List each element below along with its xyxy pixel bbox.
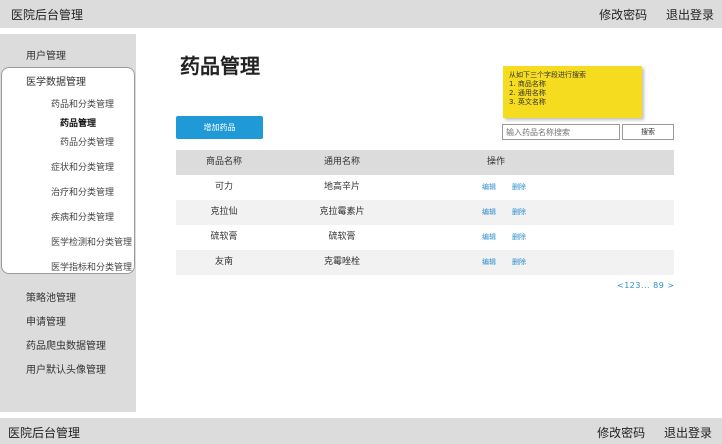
- edit-link[interactable]: 编辑: [482, 225, 496, 250]
- delete-link[interactable]: 删除: [512, 225, 526, 250]
- pagination[interactable]: <123... 89 >: [617, 281, 675, 290]
- edit-link[interactable]: 编辑: [482, 200, 496, 225]
- trade-name-cell: 可力: [214, 182, 233, 192]
- edit-link[interactable]: 编辑: [482, 175, 496, 200]
- sidebar-item-drug-crawler[interactable]: 药品爬虫数据管理: [26, 337, 106, 352]
- change-password-link[interactable]: 修改密码: [599, 8, 647, 22]
- sidebar-subitem-treatment[interactable]: 治疗和分类管理: [51, 185, 114, 198]
- trade-name-cell: 硫软膏: [210, 232, 238, 242]
- generic-name-cell: 硫软膏: [328, 232, 356, 242]
- trade-name-cell: 友南: [214, 257, 233, 267]
- sidebar-subitem-drug-and-category[interactable]: 药品和分类管理: [51, 97, 114, 110]
- table-row: 硫软膏 硫软膏 编辑 删除: [176, 225, 674, 250]
- logout-link[interactable]: 退出登录: [666, 8, 714, 22]
- footer-actions: 修改密码 退出登录: [582, 424, 712, 441]
- generic-name-cell: 克霉唑栓: [323, 257, 360, 267]
- sidebar-item-application[interactable]: 申请管理: [26, 313, 66, 328]
- table-header-row: 商品名称 通用名称 操作: [176, 150, 674, 175]
- note-line: 从如下三个字段进行搜索: [509, 71, 586, 79]
- sidebar-group-medical-data: 医学数据管理 药品和分类管理 药品管理 药品分类管理 症状和分类管理 治疗和分类…: [1, 67, 135, 274]
- generic-name-cell: 地高辛片: [323, 182, 360, 192]
- sidebar-item-medical-data[interactable]: 医学数据管理: [26, 73, 86, 88]
- sidebar-subitem-drug-management[interactable]: 药品管理: [60, 116, 96, 129]
- page-title: 药品管理: [180, 54, 260, 78]
- table-row: 克拉仙 克拉霉素片 编辑 删除: [176, 200, 674, 225]
- note-line: 1. 商品名称: [509, 80, 546, 88]
- footer-change-password-link[interactable]: 修改密码: [597, 426, 645, 440]
- sidebar-subitem-medical-test[interactable]: 医学检测和分类管理: [51, 235, 132, 248]
- column-header-trade-name: 商品名称: [205, 157, 242, 167]
- table-row: 友南 克霉唑栓 编辑 删除: [176, 250, 674, 275]
- bottom-footer-bar: 医院后台管理 修改密码 退出登录: [0, 418, 722, 444]
- note-line: 2. 通用名称: [509, 89, 546, 97]
- top-header-bar: 医院后台管理 修改密码 退出登录: [0, 0, 722, 28]
- drug-table: 商品名称 通用名称 操作 可力 地高辛片 编辑 删除 克拉仙 克拉霉素片 编辑 …: [176, 150, 674, 275]
- app-title: 医院后台管理: [11, 8, 84, 22]
- footer-logout-link[interactable]: 退出登录: [664, 426, 712, 440]
- sidebar-item-default-avatar[interactable]: 用户默认头像管理: [26, 361, 106, 376]
- sidebar: 用户管理 医学数据管理 药品和分类管理 药品管理 药品分类管理 症状和分类管理 …: [0, 34, 136, 412]
- sidebar-item-strategy-pool[interactable]: 策略池管理: [26, 289, 76, 304]
- add-drug-button[interactable]: 增加药品: [176, 116, 263, 139]
- sidebar-subitem-medical-indicator[interactable]: 医学指标和分类管理: [51, 260, 132, 273]
- column-header-actions: 操作: [486, 157, 505, 167]
- header-actions: 修改密码 退出登录: [584, 6, 714, 23]
- search-button[interactable]: 搜索: [622, 124, 674, 140]
- table-row: 可力 地高辛片 编辑 删除: [176, 175, 674, 200]
- search-hint-note: 从如下三个字段进行搜索 1. 商品名称 2. 通用名称 3. 英文名称: [503, 66, 642, 118]
- edit-link[interactable]: 编辑: [482, 250, 496, 275]
- sidebar-subitem-disease[interactable]: 疾病和分类管理: [51, 210, 114, 223]
- generic-name-cell: 克拉霉素片: [319, 207, 365, 217]
- note-line: 3. 英文名称: [509, 98, 546, 106]
- delete-link[interactable]: 删除: [512, 175, 526, 200]
- delete-link[interactable]: 删除: [512, 200, 526, 225]
- sidebar-subitem-symptom[interactable]: 症状和分类管理: [51, 160, 114, 173]
- search-input[interactable]: [502, 124, 620, 140]
- trade-name-cell: 克拉仙: [210, 207, 238, 217]
- sidebar-item-user-management[interactable]: 用户管理: [26, 47, 66, 62]
- sidebar-subitem-drug-category[interactable]: 药品分类管理: [60, 135, 114, 148]
- footer-app-title: 医院后台管理: [8, 426, 81, 440]
- delete-link[interactable]: 删除: [512, 250, 526, 275]
- column-header-generic-name: 通用名称: [323, 157, 360, 167]
